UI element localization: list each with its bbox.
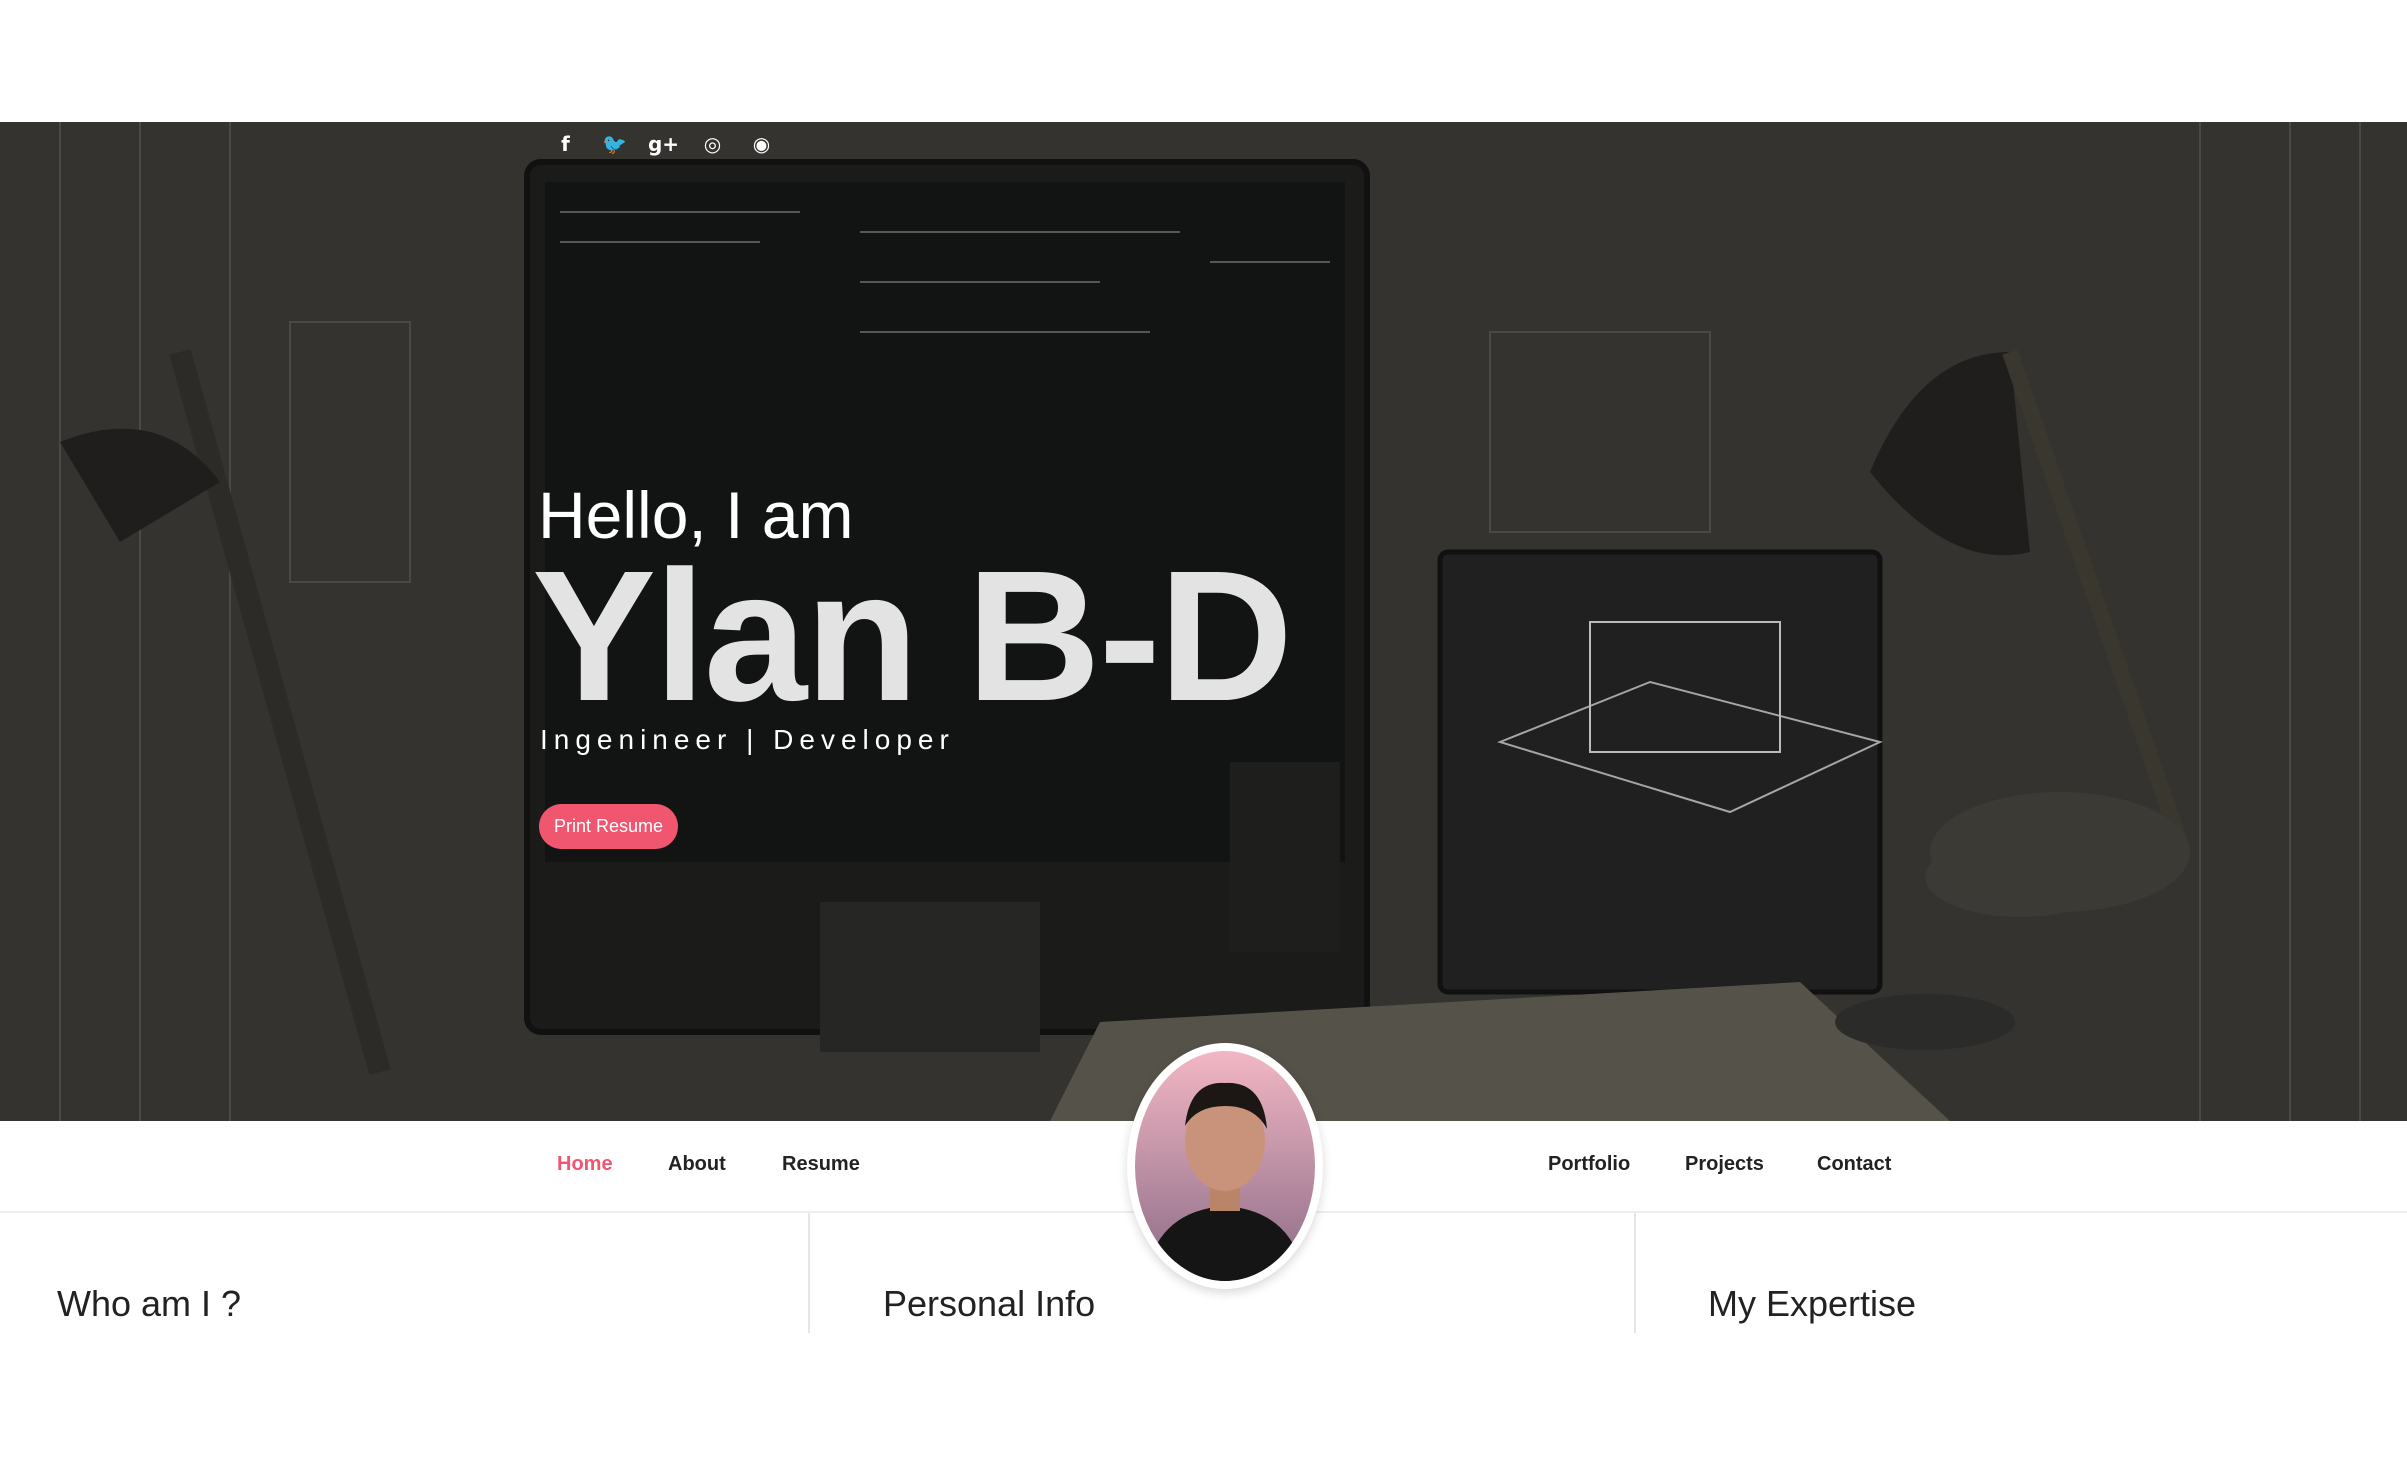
who-am-i-section: Who am I ?	[0, 1213, 810, 1333]
nav-portfolio[interactable]: Portfolio	[1548, 1153, 1630, 1176]
print-resume-button[interactable]: Print Resume	[539, 804, 678, 849]
hero-tagline: Ingenineer | Developer	[540, 724, 955, 755]
twitter-icon[interactable]: 🐦	[601, 130, 628, 157]
github-icon[interactable]: ◉	[748, 130, 775, 157]
expertise-heading: My Expertise	[1708, 1283, 1917, 1324]
nav-resume[interactable]: Resume	[782, 1153, 860, 1176]
hero-name: Ylan B-D	[532, 533, 1293, 740]
personal-info-section: Personal Info	[810, 1213, 1636, 1333]
nav-home[interactable]: Home	[557, 1153, 613, 1176]
nav-about[interactable]: About	[668, 1153, 726, 1176]
hero-banner: f 🐦 g+ ◎ ◉ Hello, I am Ylan B-D Ingenine…	[0, 122, 2407, 1121]
instagram-icon[interactable]: ◎	[699, 130, 726, 157]
facebook-icon[interactable]: f	[552, 130, 579, 157]
top-whitespace	[0, 0, 2407, 122]
nav-contact[interactable]: Contact	[1817, 1153, 1891, 1176]
who-am-i-heading: Who am I ?	[57, 1283, 242, 1324]
nav-projects[interactable]: Projects	[1685, 1153, 1764, 1176]
personal-info-heading: Personal Info	[883, 1283, 1096, 1324]
expertise-section: My Expertise	[1636, 1213, 2407, 1333]
social-links: f 🐦 g+ ◎ ◉	[552, 130, 775, 157]
googleplus-icon[interactable]: g+	[648, 130, 679, 157]
